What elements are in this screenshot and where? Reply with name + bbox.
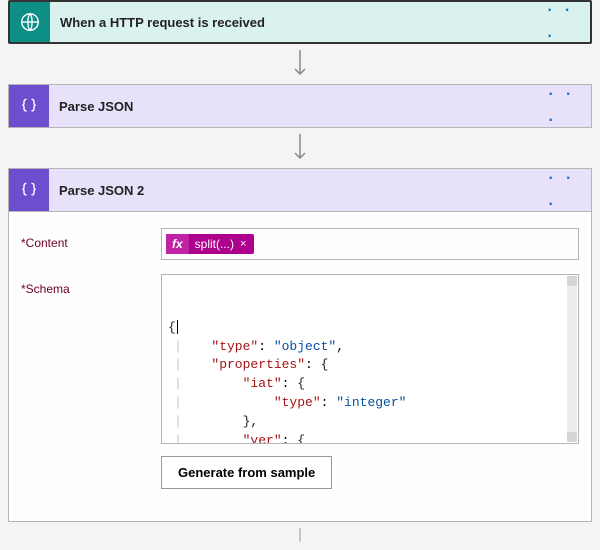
token-text: split(...) — [195, 237, 234, 251]
generate-from-sample-button[interactable]: Generate from sample — [161, 456, 332, 489]
parse-json-2-card[interactable]: Parse JSON 2 · · · — [8, 168, 592, 212]
flow-arrow — [8, 128, 592, 168]
schema-label: *Schema — [21, 274, 161, 296]
json-icon — [9, 169, 49, 211]
schema-textarea[interactable]: {| "type": "object",| "properties": {| "… — [161, 274, 579, 444]
trigger-menu-button[interactable]: · · · — [546, 2, 590, 42]
token-remove-icon[interactable]: × — [240, 238, 246, 250]
step2-title: Parse JSON 2 — [49, 169, 547, 211]
parse-json-card[interactable]: Parse JSON · · · — [8, 84, 592, 128]
json-icon — [9, 85, 49, 127]
scroll-down-icon[interactable] — [567, 432, 577, 442]
flow-arrow — [8, 522, 592, 550]
flow-arrow — [8, 44, 592, 84]
step1-title: Parse JSON — [49, 85, 547, 127]
expression-token[interactable]: fx split(...) × — [166, 234, 254, 254]
content-input[interactable]: fx split(...) × — [161, 228, 579, 260]
step1-menu-button[interactable]: · · · — [547, 85, 591, 127]
fx-icon: fx — [166, 234, 189, 254]
trigger-title: When a HTTP request is received — [50, 2, 546, 42]
step2-panel: *Content fx split(...) × *Schema {| "typ… — [8, 212, 592, 522]
scroll-up-icon[interactable] — [567, 276, 577, 286]
content-label: *Content — [21, 228, 161, 250]
step2-menu-button[interactable]: · · · — [547, 169, 591, 211]
trigger-card[interactable]: When a HTTP request is received · · · — [8, 0, 592, 44]
scrollbar[interactable] — [567, 276, 577, 442]
http-trigger-icon — [10, 2, 50, 42]
